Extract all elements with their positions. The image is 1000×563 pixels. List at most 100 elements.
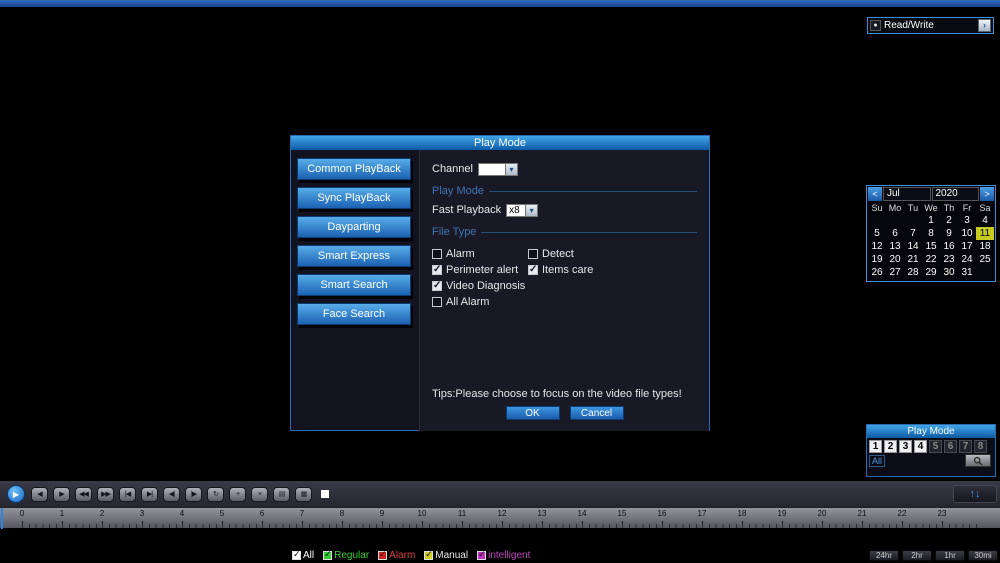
calendar-day[interactable]: 9 xyxy=(940,227,958,240)
calendar-day[interactable]: 25 xyxy=(976,253,994,266)
checkbox[interactable] xyxy=(432,248,442,259)
smart-search-button[interactable]: Smart Search xyxy=(297,274,411,296)
file-type-option[interactable]: Alarm xyxy=(432,247,528,260)
scale-2hr-button[interactable]: 2hr xyxy=(902,550,932,561)
calendar-day[interactable]: 12 xyxy=(868,240,886,253)
fast-playback-select[interactable]: x8 ▾ xyxy=(506,203,539,217)
chevron-down-icon[interactable]: ▾ xyxy=(504,163,517,175)
legend-checkbox[interactable] xyxy=(378,549,388,560)
legend-item[interactable]: Alarm xyxy=(378,549,415,561)
calendar-day[interactable]: 31 xyxy=(958,266,976,279)
calendar-day[interactable]: 30 xyxy=(940,266,958,279)
calendar-day[interactable]: 26 xyxy=(868,266,886,279)
checkbox[interactable] xyxy=(432,264,442,275)
calendar-day[interactable]: 22 xyxy=(922,253,940,266)
fast-forward-button[interactable]: ▶▶ xyxy=(97,486,114,502)
reverse-play-button[interactable]: ◀ xyxy=(31,486,48,502)
calendar-day[interactable]: 13 xyxy=(886,240,904,253)
face-search-button[interactable]: Face Search xyxy=(297,303,411,325)
calendar-day[interactable]: 20 xyxy=(886,253,904,266)
calendar-day[interactable]: 29 xyxy=(922,266,940,279)
readwrite-dropdown[interactable]: ● Read/Write › xyxy=(867,17,994,34)
checkbox[interactable] xyxy=(432,296,442,307)
calendar-day[interactable]: 19 xyxy=(868,253,886,266)
dropdown-arrow-icon[interactable]: › xyxy=(978,19,991,32)
cancel-button[interactable]: Cancel xyxy=(569,406,624,420)
calendar-day[interactable]: 16 xyxy=(940,240,958,253)
all-channels-button[interactable]: All xyxy=(869,455,886,467)
legend-item[interactable]: Regular xyxy=(323,549,369,561)
clip-button[interactable]: + xyxy=(229,486,246,502)
repeat-button[interactable]: ↻ xyxy=(207,486,224,502)
calendar-day[interactable]: 23 xyxy=(940,253,958,266)
calendar-day[interactable]: 7 xyxy=(904,227,922,240)
calendar-day[interactable]: 6 xyxy=(886,227,904,240)
previous-frame-button[interactable]: ◀| xyxy=(163,486,180,502)
calendar-day[interactable]: 15 xyxy=(922,240,940,253)
scale-1hr-button[interactable]: 1hr xyxy=(935,550,965,561)
file-list-button[interactable]: ▤ xyxy=(273,486,290,502)
channel-button[interactable]: 5 xyxy=(929,440,942,453)
previous-file-button[interactable]: |◀ xyxy=(119,486,136,502)
calendar-day[interactable]: 4 xyxy=(976,214,994,227)
legend-checkbox[interactable] xyxy=(323,549,333,560)
legend-item[interactable]: Manual xyxy=(424,549,468,561)
chevron-down-icon[interactable]: ▾ xyxy=(525,204,538,216)
channel-select[interactable]: ▾ xyxy=(477,162,518,176)
calendar-day[interactable]: 5 xyxy=(868,227,886,240)
scale-30min-button[interactable]: 30mi xyxy=(968,550,998,561)
checkbox[interactable] xyxy=(528,248,538,259)
sync-playback-button[interactable]: Sync PlayBack xyxy=(297,187,411,209)
channel-button[interactable]: 2 xyxy=(884,440,897,453)
file-type-option[interactable]: Perimeter alert xyxy=(432,263,528,276)
channel-button[interactable]: 8 xyxy=(974,440,987,453)
calendar-year-select[interactable]: 2020 xyxy=(931,187,979,201)
smart-express-button[interactable]: Smart Express xyxy=(297,245,411,267)
calendar-day[interactable]: 24 xyxy=(958,253,976,266)
channel-button[interactable]: 4 xyxy=(914,440,927,453)
calendar-day[interactable]: 18 xyxy=(976,240,994,253)
channel-button[interactable]: 3 xyxy=(899,440,912,453)
calendar-day[interactable]: 3 xyxy=(958,214,976,227)
timeline-ruler[interactable]: 0 1 2 3 4 5 6 7 8 9 10 11 12 13 14 15 16 17 18 19 20 21 22 23 xyxy=(0,507,1000,529)
close-button[interactable]: × xyxy=(251,486,268,502)
play-button[interactable]: ▶ xyxy=(7,485,25,503)
checkbox[interactable] xyxy=(432,280,442,291)
legend-checkbox[interactable] xyxy=(424,549,434,560)
stop-indicator[interactable] xyxy=(321,490,329,498)
calendar-day[interactable]: 2 xyxy=(940,214,958,227)
slow-play-button[interactable]: ▶ xyxy=(53,486,70,502)
file-type-option[interactable]: Items care xyxy=(528,263,697,276)
search-button[interactable] xyxy=(965,454,991,467)
calendar-day[interactable]: 27 xyxy=(886,266,904,279)
fast-rewind-button[interactable]: ◀◀ xyxy=(75,486,92,502)
calendar-day[interactable]: 28 xyxy=(904,266,922,279)
channel-button[interactable]: 6 xyxy=(944,440,957,453)
file-type-option[interactable]: Detect xyxy=(528,247,697,260)
next-frame-button[interactable]: |▶ xyxy=(185,486,202,502)
calendar-prev-button[interactable]: < xyxy=(868,187,882,201)
file-type-option[interactable]: All Alarm xyxy=(432,295,528,308)
legend-item[interactable]: All xyxy=(292,549,314,561)
next-file-button[interactable]: ▶| xyxy=(141,486,158,502)
channel-button[interactable]: 7 xyxy=(959,440,972,453)
calendar-day[interactable]: 21 xyxy=(904,253,922,266)
legend-item[interactable]: intelligent xyxy=(477,549,530,561)
legend-checkbox[interactable] xyxy=(292,549,301,560)
timeline-scroll-button[interactable]: ↑↓ xyxy=(953,485,997,503)
calendar-day[interactable]: 14 xyxy=(904,240,922,253)
scale-24hr-button[interactable]: 24hr xyxy=(869,550,899,561)
file-type-option[interactable]: Video Diagnosis xyxy=(432,279,528,292)
calendar-next-button[interactable]: > xyxy=(980,187,994,201)
calendar-day[interactable]: 10 xyxy=(958,227,976,240)
calendar-day[interactable]: 11 xyxy=(976,227,994,240)
dayparting-button[interactable]: Dayparting xyxy=(297,216,411,238)
common-playback-button[interactable]: Common PlayBack xyxy=(297,158,411,180)
calendar-day[interactable]: 17 xyxy=(958,240,976,253)
legend-checkbox[interactable] xyxy=(477,549,487,560)
checkbox[interactable] xyxy=(528,264,538,275)
calendar-day[interactable]: 8 xyxy=(922,227,940,240)
playhead-marker[interactable] xyxy=(1,508,3,529)
split-view-button[interactable]: ▦ xyxy=(295,486,312,502)
channel-button[interactable]: 1 xyxy=(869,440,882,453)
